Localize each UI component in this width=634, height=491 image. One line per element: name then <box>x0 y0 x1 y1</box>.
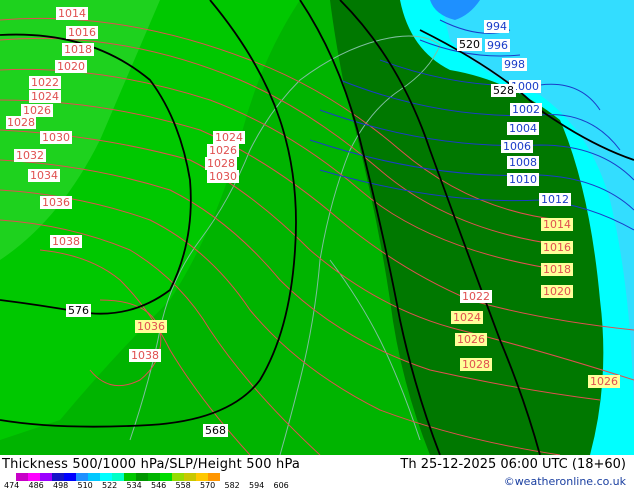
slp-label: 994 <box>484 20 509 33</box>
slp-label: 1002 <box>510 103 542 116</box>
slp-label: 998 <box>502 58 527 71</box>
map-footer: Thickness 500/1000 hPa/SLP/Height 500 hP… <box>0 455 634 490</box>
slp-label: 1036 <box>135 320 167 333</box>
legend-swatch <box>40 473 52 481</box>
slp-label: 1022 <box>460 290 492 303</box>
legend-swatch <box>100 473 112 481</box>
slp-label: 1032 <box>14 149 46 162</box>
legend-swatch <box>52 473 64 481</box>
height-label: 520 <box>457 38 482 51</box>
slp-label: 1024 <box>213 131 245 144</box>
slp-label: 1038 <box>50 235 82 248</box>
legend-swatch <box>64 473 76 481</box>
slp-label: 1020 <box>541 285 573 298</box>
slp-label: 1026 <box>455 333 487 346</box>
legend-swatch <box>172 473 184 481</box>
legend-tick-label: 594 <box>249 481 265 490</box>
slp-label: 1024 <box>29 90 61 103</box>
legend-tick-label: 474 <box>4 481 20 490</box>
legend-swatch <box>76 473 88 481</box>
legend-tick-label: 522 <box>102 481 118 490</box>
height-label: 576 <box>66 304 91 317</box>
legend-tick-label: 510 <box>77 481 93 490</box>
valid-time: Th 25-12-2025 06:00 UTC (18+60) <box>400 457 626 472</box>
slp-label: 1022 <box>29 76 61 89</box>
legend-swatch <box>208 473 220 481</box>
slp-label: 1028 <box>205 157 237 170</box>
slp-label: 1038 <box>129 349 161 362</box>
weather-map: 1014 1016 1018 1020 1022 1024 1026 1028 … <box>0 0 634 455</box>
slp-label: 1016 <box>541 241 573 254</box>
legend-swatch <box>196 473 208 481</box>
legend-swatch <box>148 473 160 481</box>
slp-label: 1014 <box>541 218 573 231</box>
legend-tick-label: 534 <box>126 481 142 490</box>
slp-label: 1004 <box>507 122 539 135</box>
slp-label: 1030 <box>207 170 239 183</box>
slp-label: 1010 <box>507 173 539 186</box>
color-legend <box>16 473 220 481</box>
slp-label: 996 <box>485 39 510 52</box>
legend-swatch <box>136 473 148 481</box>
slp-label: 1020 <box>55 60 87 73</box>
legend-swatch <box>160 473 172 481</box>
legend-swatch <box>124 473 136 481</box>
height-label: 568 <box>203 424 228 437</box>
slp-label: 1018 <box>62 43 94 56</box>
slp-label: 1008 <box>507 156 539 169</box>
height-label: 528 <box>491 84 516 97</box>
slp-label: 1026 <box>588 375 620 388</box>
legend-tick-label: 606 <box>273 481 289 490</box>
legend-swatch <box>16 473 28 481</box>
slp-label: 1024 <box>451 311 483 324</box>
slp-label: 1036 <box>40 196 72 209</box>
slp-label: 1006 <box>501 140 533 153</box>
map-title: Thickness 500/1000 hPa/SLP/Height 500 hP… <box>2 457 301 472</box>
legend-tick-label: 570 <box>200 481 216 490</box>
legend-tick-label: 498 <box>53 481 69 490</box>
legend-swatch <box>88 473 100 481</box>
slp-label: 1012 <box>539 193 571 206</box>
slp-label: 1018 <box>541 263 573 276</box>
legend-swatch <box>28 473 40 481</box>
slp-label: 1034 <box>28 169 60 182</box>
slp-label: 1028 <box>6 116 36 129</box>
legend-tick-label: 486 <box>28 481 44 490</box>
slp-label: 1016 <box>66 26 98 39</box>
legend-tick-label: 558 <box>175 481 191 490</box>
legend-tick-label: 546 <box>151 481 167 490</box>
slp-label: 1026 <box>207 144 239 157</box>
legend-swatch <box>184 473 196 481</box>
slp-label: 1030 <box>40 131 72 144</box>
legend-tick-label: 582 <box>224 481 240 490</box>
credit-link[interactable]: ©weatheronline.co.uk <box>504 475 626 488</box>
slp-label: 1028 <box>460 358 492 371</box>
legend-swatch <box>112 473 124 481</box>
slp-label: 1014 <box>56 7 88 20</box>
